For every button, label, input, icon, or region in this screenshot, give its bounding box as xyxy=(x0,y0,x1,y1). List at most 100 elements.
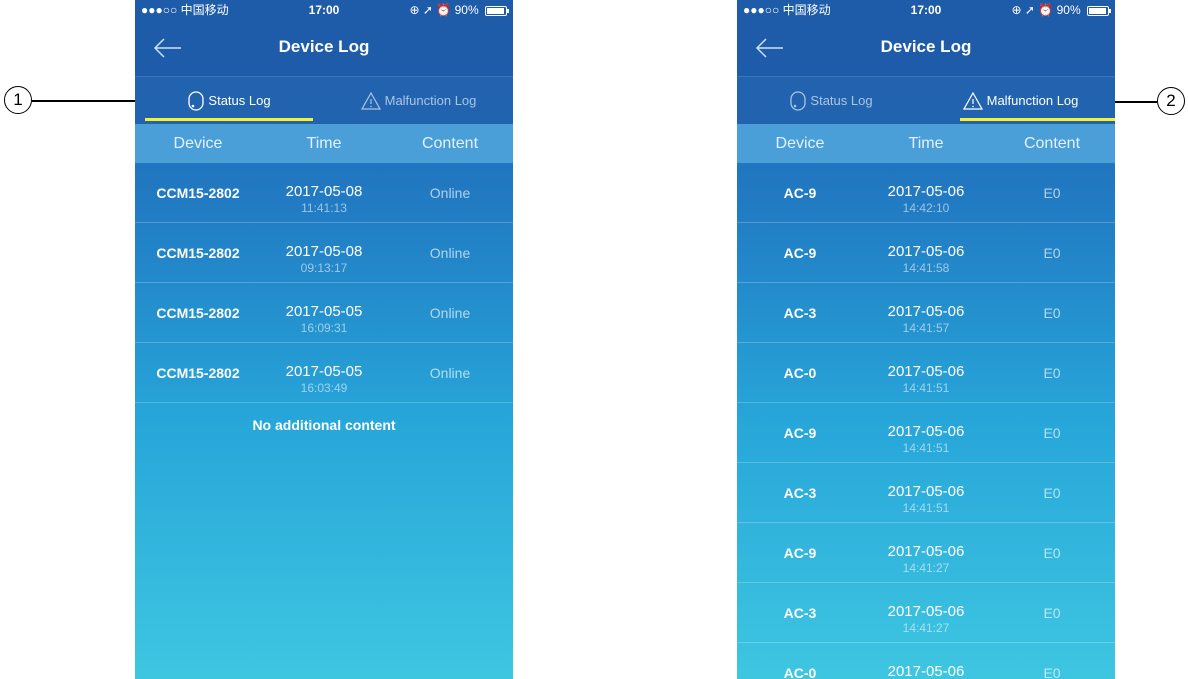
tab-status-log[interactable]: Status Log xyxy=(135,77,324,124)
row-time: 2017-05-06 14:41:27 xyxy=(863,583,989,636)
table-row[interactable]: AC-0 2017-05-06 E0 xyxy=(737,643,1115,679)
status-log-icon xyxy=(790,90,807,111)
table-row[interactable]: AC-3 2017-05-06 14:41:51 E0 xyxy=(737,463,1115,523)
table-row[interactable]: AC-3 2017-05-06 14:41:57 E0 xyxy=(737,283,1115,343)
table-row[interactable]: AC-3 2017-05-06 14:41:27 E0 xyxy=(737,583,1115,643)
lock-rotation-icon: ⊕ xyxy=(1011,3,1022,17)
callout-2: 2 xyxy=(1157,87,1185,115)
row-time: 2017-05-06 14:41:58 xyxy=(863,223,989,276)
status-bar: ●●●○○ 中国移动 17:00 ⊕ ➚ ⏰ 90% xyxy=(135,0,513,20)
table-row[interactable]: CCM15-2802 2017-05-05 16:09:31 Online xyxy=(135,283,513,343)
row-date: 2017-05-06 xyxy=(887,243,965,260)
lock-rotation-icon: ⊕ xyxy=(409,3,420,17)
status-right-icons: ⊕ ➚ ⏰ 90% xyxy=(1011,0,1111,20)
row-content: Online xyxy=(429,305,471,321)
table-row[interactable]: AC-9 2017-05-06 14:42:10 E0 xyxy=(737,163,1115,223)
row-clock: 14:41:27 xyxy=(902,561,950,575)
status-log-list: CCM15-2802 2017-05-08 11:41:13 Online CC… xyxy=(135,163,513,433)
end-of-list-message: No additional content xyxy=(252,417,396,433)
row-content: E0 xyxy=(1043,425,1061,441)
table-row[interactable]: AC-9 2017-05-06 14:41:27 E0 xyxy=(737,523,1115,583)
table-row[interactable]: AC-9 2017-05-06 14:41:58 E0 xyxy=(737,223,1115,283)
row-content: E0 xyxy=(1043,605,1061,621)
row-time: 2017-05-06 14:41:57 xyxy=(863,283,989,336)
row-device: AC-9 xyxy=(783,545,817,561)
row-time: 2017-05-05 16:09:31 xyxy=(261,283,387,336)
row-date: 2017-05-08 xyxy=(285,243,363,260)
row-clock: 14:41:51 xyxy=(902,501,950,515)
battery-icon xyxy=(1087,5,1111,16)
table-row[interactable]: CCM15-2802 2017-05-08 09:13:17 Online xyxy=(135,223,513,283)
battery-icon xyxy=(485,5,509,16)
location-icon: ➚ xyxy=(1024,3,1035,17)
row-device: AC-9 xyxy=(783,185,817,201)
row-clock: 16:03:49 xyxy=(300,381,348,395)
location-icon: ➚ xyxy=(422,3,433,17)
row-time: 2017-05-06 14:41:51 xyxy=(863,463,989,516)
row-clock: 09:13:17 xyxy=(300,261,348,275)
row-time: 2017-05-08 11:41:13 xyxy=(261,163,387,216)
callout-1: 1 xyxy=(4,86,32,114)
row-content: E0 xyxy=(1043,665,1061,679)
row-content: E0 xyxy=(1043,485,1061,501)
row-device: AC-9 xyxy=(783,245,817,261)
warning-triangle-icon xyxy=(962,91,983,110)
status-log-icon xyxy=(188,90,205,111)
battery-percent: 90% xyxy=(1056,3,1081,17)
warning-triangle-icon xyxy=(360,91,381,110)
row-content: Online xyxy=(429,245,471,261)
tab-malfunction-log[interactable]: Malfunction Log xyxy=(324,77,513,124)
row-device: AC-3 xyxy=(783,305,817,321)
column-header-device: Device xyxy=(173,134,223,152)
tab-malfunction-log-label: Malfunction Log xyxy=(986,93,1079,108)
nav-bar: Device Log xyxy=(737,20,1115,76)
row-date: 2017-05-06 xyxy=(887,303,965,320)
row-device: AC-0 xyxy=(783,365,817,381)
row-clock: 14:41:51 xyxy=(902,441,950,455)
malfunction-log-screen: ●●●○○ 中国移动 17:00 ⊕ ➚ ⏰ 90% Device Log St… xyxy=(737,0,1115,679)
page-title: Device Log xyxy=(278,37,370,56)
row-time: 2017-05-06 14:42:10 xyxy=(863,163,989,216)
tab-status-log-label: Status Log xyxy=(208,93,271,108)
row-device: CCM15-2802 xyxy=(156,245,240,261)
page-title: Device Log xyxy=(880,37,972,56)
table-row[interactable]: CCM15-2802 2017-05-08 11:41:13 Online xyxy=(135,163,513,223)
alarm-icon: ⏰ xyxy=(436,3,452,17)
active-tab-indicator xyxy=(145,118,313,121)
malfunction-log-list: AC-9 2017-05-06 14:42:10 E0 AC-9 2017-05… xyxy=(737,163,1115,679)
row-date: 2017-05-06 xyxy=(887,603,965,620)
status-log-screen: ●●●○○ 中国移动 17:00 ⊕ ➚ ⏰ 90% Device Log St… xyxy=(135,0,513,679)
row-date: 2017-05-06 xyxy=(887,663,965,679)
tab-status-log-label: Status Log xyxy=(810,93,873,108)
row-date: 2017-05-06 xyxy=(887,543,965,560)
row-time: 2017-05-05 16:03:49 xyxy=(261,343,387,396)
row-content: Online xyxy=(429,185,471,201)
column-header-device: Device xyxy=(775,134,825,152)
table-row[interactable]: CCM15-2802 2017-05-05 16:03:49 Online xyxy=(135,343,513,403)
row-date: 2017-05-08 xyxy=(285,183,363,200)
column-header-content: Content xyxy=(421,134,479,152)
row-device: CCM15-2802 xyxy=(156,365,240,381)
row-content: E0 xyxy=(1043,365,1061,381)
table-row[interactable]: AC-0 2017-05-06 14:41:51 E0 xyxy=(737,343,1115,403)
row-time: 2017-05-08 09:13:17 xyxy=(261,223,387,276)
row-device: AC-3 xyxy=(783,485,817,501)
log-tabs: Status Log Malfunction Log xyxy=(737,76,1115,124)
row-time: 2017-05-06 xyxy=(863,643,989,679)
table-row[interactable]: AC-9 2017-05-06 14:41:51 E0 xyxy=(737,403,1115,463)
log-tabs: Status Log Malfunction Log xyxy=(135,76,513,124)
column-header-content: Content xyxy=(1023,134,1081,152)
column-header-time: Time xyxy=(908,134,944,152)
alarm-icon: ⏰ xyxy=(1038,3,1054,17)
row-clock: 14:42:10 xyxy=(902,201,950,215)
table-header: Device Time Content xyxy=(737,124,1115,163)
row-content: E0 xyxy=(1043,185,1061,201)
row-device: AC-3 xyxy=(783,605,817,621)
row-device: CCM15-2802 xyxy=(156,305,240,321)
tab-malfunction-log[interactable]: Malfunction Log xyxy=(926,77,1115,124)
tab-status-log[interactable]: Status Log xyxy=(737,77,926,124)
row-clock: 14:41:27 xyxy=(902,621,950,635)
row-content: E0 xyxy=(1043,305,1061,321)
row-device: AC-9 xyxy=(783,425,817,441)
row-time: 2017-05-06 14:41:27 xyxy=(863,523,989,576)
